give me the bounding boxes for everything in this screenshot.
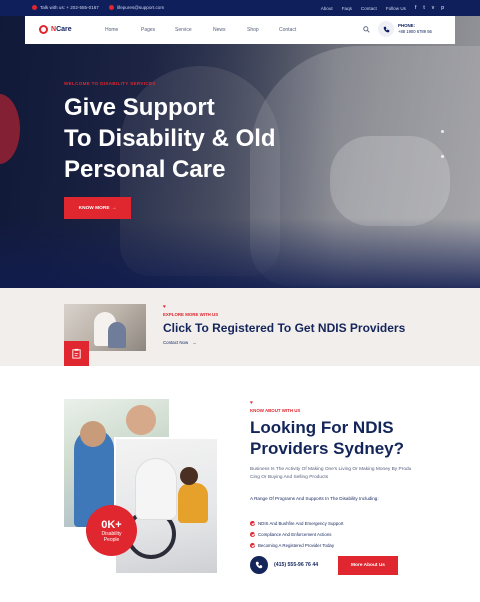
hero-subtitle: WELCOME TO DISABILITY SERVICES [64,81,156,86]
nav-news[interactable]: News [213,27,247,33]
slider-dot[interactable] [441,155,444,158]
about-subtitle: KNOW ABOUT WITH US [250,408,301,413]
mail-icon [108,5,114,10]
about-title: Looking For NDIS Providers Sydney? [250,418,405,458]
stat-badge: 0K+ Disability People [86,505,137,556]
check-icon [250,521,255,526]
site-header: NCare Home Pages Service News Shop Conta… [25,16,455,44]
topbar-follow-label: Follow Us [385,5,406,11]
arrow-right-icon: → [192,340,197,345]
phone-icon [378,21,394,37]
vimeo-icon[interactable]: v [432,5,435,11]
logo-icon [39,25,48,34]
about-list: NDIS And Bushfire And Emergency Support … [250,518,343,551]
check-icon [250,532,255,537]
list-item: NDIS And Bushfire And Emergency Support [250,518,343,529]
list-item: Becoming A Registered Provider Today [250,540,343,551]
top-bar: Talk with us: + 202-555-0167 lifepures@s… [0,0,480,16]
slider-dot[interactable] [441,130,444,133]
topbar-phone[interactable]: Talk with us: + 202-555-0167 [32,5,99,10]
main-nav: Home Pages Service News Shop Contact [105,27,309,33]
topbar-link-contact[interactable]: Contact [361,6,377,11]
about-paragraph-2: A Range Of Programs And Supports In The … [250,496,379,501]
check-icon [250,543,255,548]
list-item: Compliance And Enforcement Actions [250,529,343,540]
pinterest-icon[interactable]: p [441,5,444,11]
clipboard-icon [64,341,89,366]
about-image-wheelchair [114,437,219,575]
heart-icon: ♥ [163,304,166,310]
contact-now-link[interactable]: Contact Now → [163,340,197,345]
logo[interactable]: NCare [39,25,72,34]
nav-pages[interactable]: Pages [141,27,175,33]
slider-dots [441,130,444,158]
cta-title: Click To Registered To Get NDIS Provider… [163,321,406,335]
phone-icon [250,556,268,574]
twitter-icon[interactable]: t [423,5,424,11]
search-icon[interactable] [363,26,370,33]
facebook-icon[interactable]: f [415,5,416,11]
heart-icon: ♥ [250,400,253,406]
topbar-email[interactable]: lifepures@support.com [108,5,164,10]
nav-shop[interactable]: Shop [247,27,279,33]
header-phone[interactable]: PHONE: +88 1900 6789 56 [378,21,432,37]
know-more-button[interactable]: KNOW MORE → [64,197,131,219]
nav-home[interactable]: Home [105,27,141,33]
nav-service[interactable]: Service [175,27,213,33]
call-us[interactable]: (415) 555-96 76 44 [250,556,318,574]
about-paragraph: Business Is The Activity Of Making One's… [250,467,412,480]
topbar-link-faqs[interactable]: Faqs [342,6,352,11]
more-about-us-button[interactable]: More About Us [338,556,398,575]
arrow-right-icon: → [111,205,117,211]
cta-subtitle: EXPLORE MORE WITH US [163,312,219,317]
hero-title: Give Support To Disability & Old Persona… [64,94,276,183]
phone-icon [32,5,37,10]
topbar-link-about[interactable]: About [321,6,333,11]
nav-contact[interactable]: Contact [279,27,309,33]
